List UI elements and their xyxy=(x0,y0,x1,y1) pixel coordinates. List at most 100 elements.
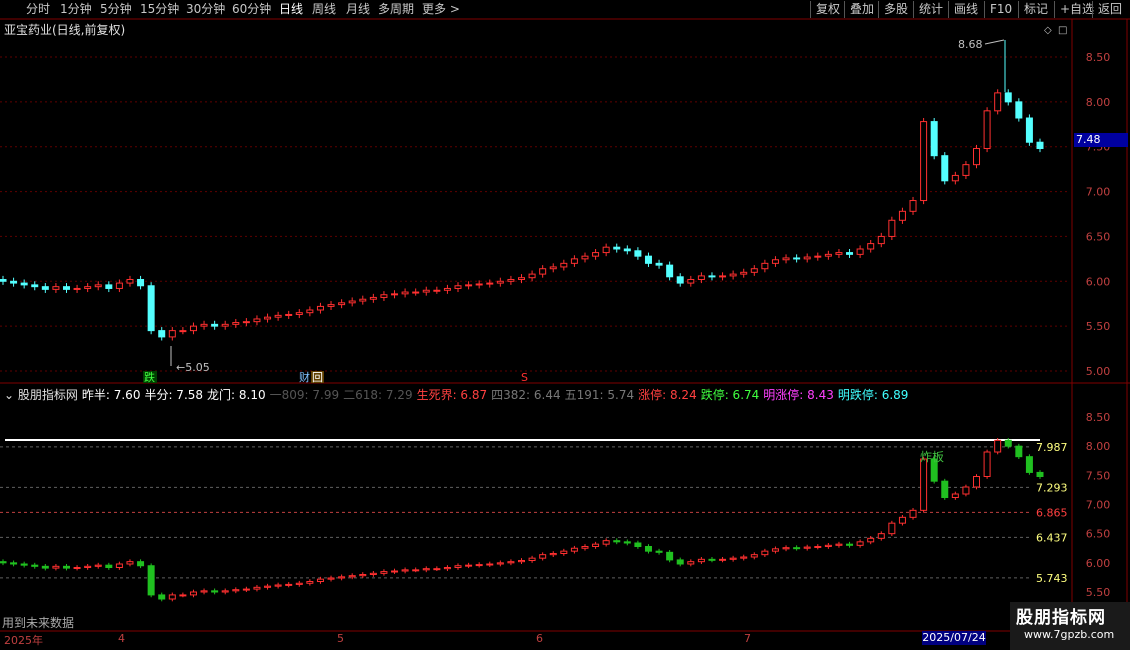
candle-body xyxy=(327,304,335,307)
candle-body xyxy=(62,286,70,290)
sub-candle-body xyxy=(560,550,568,555)
sub-candle-body xyxy=(412,569,420,572)
indicator-value-9: 跌停: 6.74 xyxy=(700,388,760,402)
sub-candle-body xyxy=(867,537,875,543)
sub-candle-body xyxy=(581,546,589,549)
indicator-value-2: 龙门: 8.10 xyxy=(207,388,266,402)
sub-candle-body xyxy=(327,577,335,580)
candle-body xyxy=(941,155,949,182)
y-tick-sub: 6.50 xyxy=(1086,528,1111,541)
s-marker: S xyxy=(521,371,528,384)
sub-candle-body xyxy=(676,559,684,565)
level-label: 6.865 xyxy=(1036,506,1068,519)
sub-candle-body xyxy=(592,543,600,548)
sub-candle-body xyxy=(232,589,240,592)
candle-body xyxy=(274,314,282,318)
sub-candle-body xyxy=(740,556,748,559)
sub-candle-body xyxy=(1036,471,1044,477)
sub-candle-body xyxy=(306,581,314,584)
candle-body xyxy=(73,287,81,290)
candle-body xyxy=(983,110,991,150)
sub-candle-body xyxy=(200,590,208,593)
chart-canvas: 8.50 8.00 7.50 7.00 6.50 6.00 5.50 5.00 8.50 8.00… xyxy=(0,18,1130,632)
indicator-value-11: 明跌停: 6.89 xyxy=(837,388,909,402)
candle-body xyxy=(285,313,293,316)
sub-candle-body xyxy=(401,569,409,572)
sub-candle-body xyxy=(994,439,1002,453)
candle-body xyxy=(168,330,176,338)
candle-body xyxy=(676,276,684,284)
sub-candle-body xyxy=(655,550,663,553)
site-logo: 股朋指标网 www.7gpzb.com xyxy=(1010,602,1130,650)
candle-body xyxy=(306,309,314,314)
candle-body xyxy=(211,323,219,327)
candle-body xyxy=(592,252,600,257)
sub-candle-body xyxy=(1025,456,1033,473)
candle-body xyxy=(973,148,981,166)
indicator-value-8: 涨停: 8.24 xyxy=(638,388,697,402)
sub-candle-body xyxy=(242,588,250,591)
current-price-badge: 7.48 xyxy=(1074,133,1128,147)
candle-body xyxy=(644,255,652,264)
sub-candle-body xyxy=(62,565,70,569)
candle-body xyxy=(200,323,208,327)
indicator-value-3: 一809: 7.99 xyxy=(269,388,340,402)
level-label: 7.987 xyxy=(1036,441,1068,454)
candle-body xyxy=(486,282,494,285)
sub-candle-body xyxy=(348,575,356,578)
indicator-value-4: 二618: 7.29 xyxy=(343,388,413,402)
candle-body xyxy=(570,258,578,264)
sub-candle-body xyxy=(433,568,441,571)
sub-candle-body xyxy=(295,582,303,585)
sub-candle-body xyxy=(158,594,166,600)
sub-candle-body xyxy=(338,576,346,579)
indicator-value-0: 昨半: 7.60 xyxy=(81,388,141,402)
candle-body xyxy=(846,252,854,255)
low-label: ←5.05 xyxy=(176,361,210,374)
candle-body xyxy=(20,282,28,286)
y-tick-main: 6.00 xyxy=(1086,275,1111,288)
fall-marker: 跌 xyxy=(144,370,155,384)
candle-body xyxy=(221,323,229,327)
candle-body xyxy=(793,257,801,260)
candle-body xyxy=(10,280,18,284)
indicator-name[interactable]: ⌄ 股朋指标网 xyxy=(4,388,78,402)
sub-candle-body xyxy=(750,554,758,558)
sub-candle-body xyxy=(518,560,525,563)
sub-candle-body xyxy=(973,476,981,488)
candle-body xyxy=(920,121,928,202)
candle-body xyxy=(391,293,399,296)
selected-date: 2025/07/24 xyxy=(922,631,986,645)
sub-candle-body xyxy=(221,590,229,593)
sub-candle-body xyxy=(528,557,536,562)
sub-candle-body xyxy=(285,583,293,586)
candle-body xyxy=(253,318,261,323)
sub-candle-body xyxy=(475,564,483,567)
candle-body xyxy=(539,268,547,275)
candle-body xyxy=(84,286,92,289)
date-tick: 6 xyxy=(536,632,543,645)
candle-body xyxy=(994,92,1002,112)
square-icon: □ xyxy=(1058,25,1067,36)
candle-body xyxy=(708,275,716,278)
sub-candle-body xyxy=(983,451,991,477)
y-tick-main: 8.00 xyxy=(1086,96,1111,109)
candle-body xyxy=(771,259,779,264)
candle-body xyxy=(909,200,917,212)
y-tick-main: 7.00 xyxy=(1086,186,1111,199)
sub-candle-body xyxy=(253,586,261,590)
indicator-legend: ⌄ 股朋指标网 昨半: 7.60 半分: 7.58 龙门: 8.10 一809: 7.9… xyxy=(4,386,912,403)
indicator-value-5: 生死界: 6.87 xyxy=(416,388,488,402)
sub-candle-body xyxy=(644,546,652,552)
candle-body xyxy=(232,322,240,325)
candle-body xyxy=(507,278,515,282)
sub-candle-body xyxy=(824,544,832,547)
sub-candle-body xyxy=(729,557,737,560)
sub-candle-body xyxy=(708,558,716,561)
sub-candle-body xyxy=(602,540,610,545)
sub-candle-body xyxy=(359,574,367,577)
sub-candle-body xyxy=(115,563,123,568)
candle-body xyxy=(52,286,60,290)
candle-body xyxy=(877,235,885,245)
candle-body xyxy=(962,164,970,176)
